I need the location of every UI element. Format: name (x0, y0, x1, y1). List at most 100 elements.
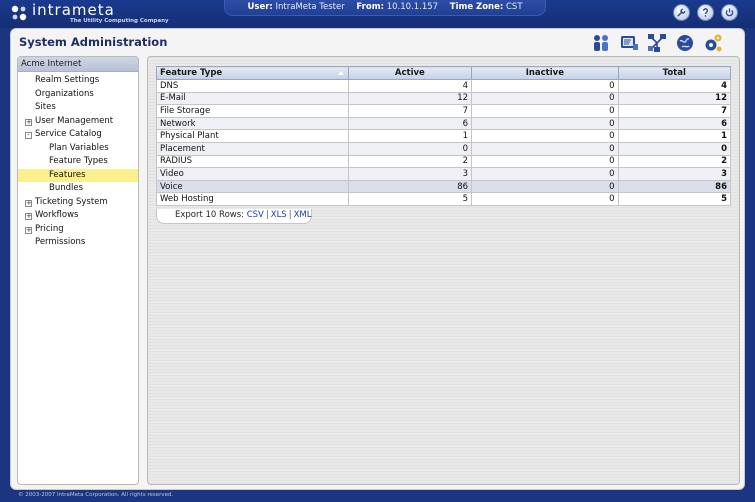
timezone-value: CST (505, 2, 523, 12)
sidebar-item-plan-variables[interactable]: Plan Variables (18, 142, 138, 156)
cell-active: 0 (347, 141, 473, 156)
cell-total: 7 (617, 104, 732, 118)
sidebar-tree: Realm Settings Organizations Sites + User… (18, 72, 138, 250)
sidebar-header[interactable]: Acme Internet (18, 57, 138, 72)
sidebar-item-label: Permissions (35, 237, 86, 247)
sidebar-item-label: Features (49, 169, 86, 180)
sidebar-item-pricing[interactable]: + Pricing (18, 223, 138, 237)
cell-total: 3 (617, 167, 732, 181)
help-icon[interactable] (697, 4, 714, 21)
cell-feature-type: E-Mail (156, 91, 349, 106)
column-header-inactive[interactable]: Inactive (471, 66, 619, 80)
column-header-feature-type[interactable]: Feature Type (156, 66, 349, 80)
users-icon[interactable] (590, 32, 612, 54)
sidebar-item-label: Organizations (35, 88, 94, 99)
column-header-active[interactable]: Active (347, 66, 473, 80)
top-bar: intrameta The Utility Computing Company … (0, 0, 755, 28)
expand-icon[interactable]: + (25, 226, 32, 234)
sidebar: Acme Internet Realm Settings Organizatio… (17, 56, 139, 485)
expand-icon[interactable]: + (25, 213, 32, 220)
cell-feature-type: Physical Plant (156, 129, 349, 143)
column-header-total[interactable]: Total (617, 66, 732, 80)
sidebar-item-sites[interactable]: Sites (18, 101, 138, 115)
cell-total: 1 (617, 129, 732, 143)
sidebar-item-label: Sites (35, 102, 56, 112)
cell-total: 5 (617, 192, 732, 206)
table-row[interactable]: Web Hosting 5 0 5 (156, 192, 732, 206)
settings-icon[interactable] (702, 32, 724, 54)
network-icon[interactable] (646, 32, 668, 54)
cell-active: 5 (347, 192, 473, 206)
cell-feature-type: Web Hosting (156, 192, 349, 206)
sidebar-item-organizations[interactable]: Organizations (18, 88, 138, 102)
cell-feature-type: RADIUS (156, 154, 349, 169)
table-row[interactable]: Placement 0 0 0 (156, 141, 732, 156)
sidebar-item-label: Feature Types (49, 156, 108, 166)
sidebar-item-permissions[interactable]: Permissions (18, 236, 138, 250)
separator: | (288, 210, 292, 220)
table-row[interactable]: E-Mail 12 0 12 (156, 91, 732, 106)
top-icon-group (673, 4, 743, 22)
cell-feature-type: File Storage (156, 104, 349, 118)
cell-inactive: 0 (471, 104, 619, 118)
collapse-icon[interactable]: - (25, 132, 32, 139)
globe-icon[interactable] (674, 32, 696, 54)
main-panel: System Administration Acme Internet Real… (10, 28, 745, 490)
cell-inactive: 0 (471, 167, 619, 181)
export-xls-link[interactable]: XLS (271, 210, 287, 220)
cell-inactive: 0 (471, 91, 619, 106)
cell-inactive: 0 (471, 79, 619, 93)
table-row[interactable]: RADIUS 2 0 2 (156, 154, 732, 169)
wrench-icon[interactable] (673, 4, 690, 21)
table-row[interactable]: Network 6 0 6 (156, 116, 732, 131)
sidebar-item-service-catalog[interactable]: - Service Catalog (18, 128, 138, 142)
features-table: Feature Type Active Inactive Total DNS 4… (156, 66, 732, 206)
sidebar-item-ticketing-system[interactable]: + Ticketing System (18, 196, 138, 210)
cell-total: 12 (617, 91, 732, 106)
cell-total: 86 (617, 179, 732, 194)
cell-feature-type: Video (156, 167, 349, 181)
sidebar-item-feature-types[interactable]: Feature Types (18, 155, 138, 169)
cell-feature-type: Voice (156, 179, 349, 194)
content-area: Feature Type Active Inactive Total DNS 4… (147, 56, 740, 485)
table-row[interactable]: File Storage 7 0 7 (156, 104, 732, 118)
table-row[interactable]: DNS 4 0 4 (156, 79, 732, 93)
cell-inactive: 0 (471, 154, 619, 169)
brand-name: intrameta (32, 1, 115, 19)
cell-active: 86 (347, 179, 473, 194)
table-row[interactable]: Voice 86 0 86 (156, 179, 732, 194)
table-row[interactable]: Video 3 0 3 (156, 167, 732, 181)
power-icon[interactable] (721, 4, 738, 21)
expand-icon[interactable]: + (25, 118, 32, 126)
cell-inactive: 0 (471, 141, 619, 156)
table-row[interactable]: Physical Plant 1 0 1 (156, 129, 732, 143)
sidebar-item-label: Ticketing System (35, 196, 108, 207)
export-label: Export 10 Rows: (175, 210, 245, 220)
footer-copyright: © 2003-2007 IntraMeta Corporation. All r… (18, 492, 174, 498)
from-label: From: (356, 2, 384, 12)
table-header-row: Feature Type Active Inactive Total (156, 66, 732, 80)
sort-ascending-icon (337, 71, 344, 75)
brand-logo[interactable]: intrameta The Utility Computing Company (10, 1, 170, 26)
cell-inactive: 0 (471, 129, 619, 143)
column-header-label: Feature Type (160, 68, 223, 78)
sidebar-item-label: Pricing (35, 223, 64, 234)
expand-icon[interactable]: + (25, 199, 32, 207)
sidebar-item-workflows[interactable]: + Workflows (18, 209, 138, 223)
sidebar-item-label: Workflows (35, 210, 79, 220)
export-xml-link[interactable]: XML (294, 210, 312, 220)
export-csv-link[interactable]: CSV (247, 210, 264, 220)
cell-active: 12 (347, 91, 473, 106)
console-icon[interactable] (618, 32, 640, 54)
page-title: System Administration (19, 35, 168, 49)
cell-total: 6 (617, 116, 732, 131)
sidebar-item-features[interactable]: Features (18, 168, 138, 182)
sidebar-item-bundles[interactable]: Bundles (18, 182, 138, 196)
sidebar-item-label: Service Catalog (35, 129, 102, 139)
sidebar-item-label: Plan Variables (49, 142, 109, 153)
sidebar-item-user-management[interactable]: + User Management (18, 115, 138, 129)
sidebar-item-realm-settings[interactable]: Realm Settings (18, 74, 138, 88)
logo-mark-icon (11, 5, 27, 21)
export-bar: Export 10 Rows: CSV | XLS | XML (156, 209, 312, 224)
cell-active: 1 (347, 129, 473, 143)
